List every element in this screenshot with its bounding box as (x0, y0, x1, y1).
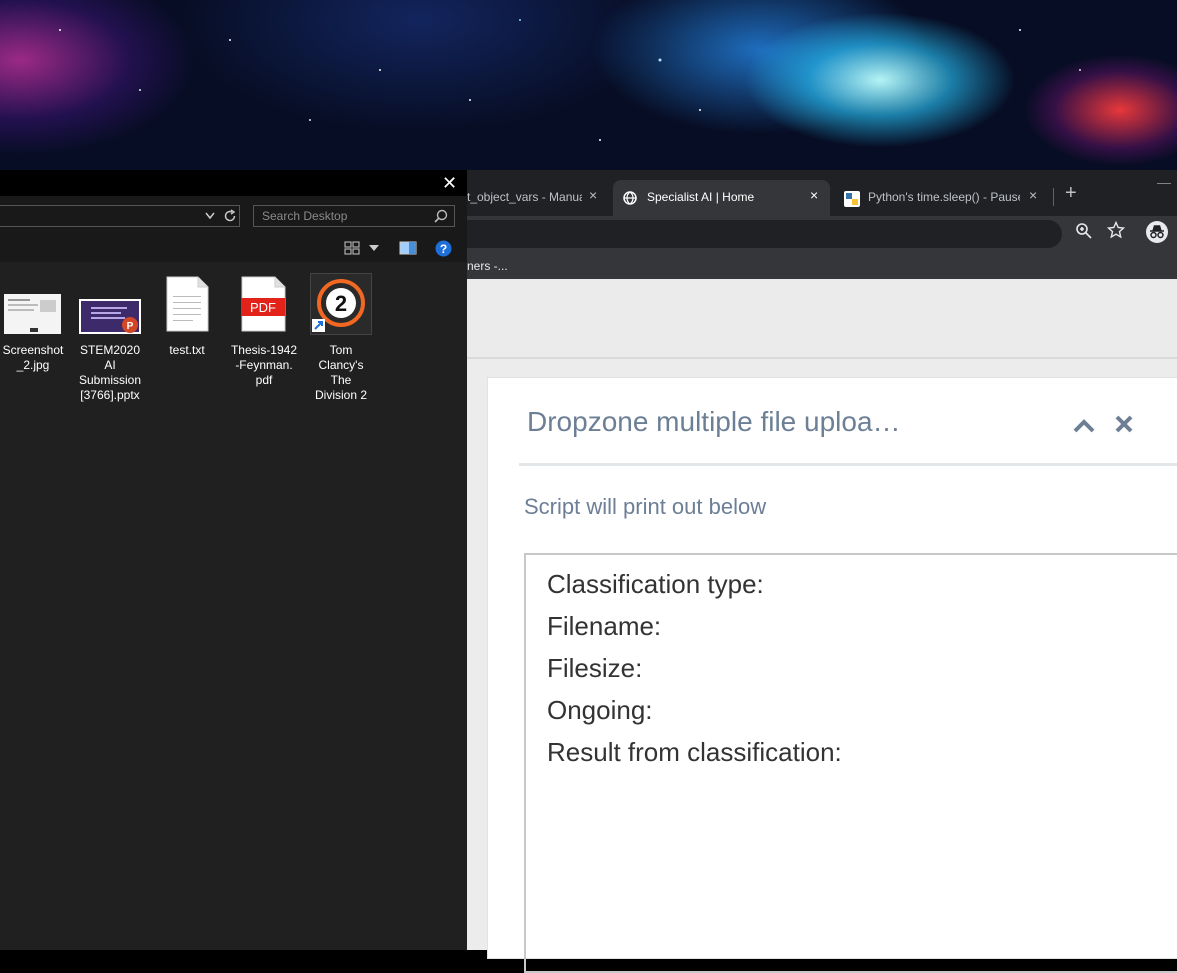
toolbar (467, 216, 1177, 252)
refresh-icon[interactable] (224, 209, 237, 223)
dropdown-arrow-icon[interactable] (369, 245, 379, 251)
close-icon[interactable] (1114, 414, 1134, 434)
desktop-wallpaper (0, 0, 1177, 170)
tab-title: t_object_vars - Manua (467, 190, 582, 204)
search-placeholder: Search Desktop (262, 209, 348, 223)
tab-close-icon[interactable]: × (1029, 187, 1037, 203)
help-icon[interactable]: ? (435, 240, 452, 257)
output-line-result: Result from classification: (547, 737, 842, 767)
tab-title: Python's time.sleep() - Pause, (868, 190, 1020, 204)
pdf-badge: PDF (250, 300, 276, 315)
tab-strip: t_object_vars - Manua × Specialist AI | … (467, 170, 1177, 216)
tab-python-time-sleep[interactable]: Python's time.sleep() - Pause, × (834, 180, 1049, 216)
globe-icon (623, 191, 637, 205)
new-tab-button[interactable]: + (1065, 182, 1077, 205)
tab-object-vars[interactable]: t_object_vars - Manua × (467, 180, 609, 216)
file-name: Tom Clancy's The Division 2 (314, 343, 368, 402)
zoom-icon[interactable] (1075, 222, 1093, 240)
view-options-icon[interactable] (344, 241, 360, 255)
image-thumbnail-icon (4, 294, 61, 334)
minimize-button[interactable]: — (1157, 174, 1171, 190)
page-header-band (467, 279, 1177, 359)
card-divider (519, 463, 1177, 466)
file-name: Thesis-1942 -Feynman. pdf (230, 343, 298, 387)
tab-specialist-ai-home[interactable]: Specialist AI | Home × (613, 180, 830, 216)
collapse-chevron-up-icon[interactable] (1072, 416, 1096, 434)
file-explorer-window: ✕ Search Desktop ? Screenshot _2.jpg P S… (0, 170, 467, 950)
browser-window: t_object_vars - Manua × Specialist AI | … (467, 170, 1177, 973)
output-line-filename: Filename: (547, 611, 662, 641)
pdf-file-icon: PDF (241, 276, 286, 332)
incognito-icon[interactable] (1145, 220, 1169, 244)
output-line-ongoing: Ongoing: (547, 695, 653, 725)
file-name: Screenshot _2.jpg (2, 343, 64, 372)
file-name: test.txt (169, 343, 205, 357)
explorer-search-input[interactable]: Search Desktop (253, 205, 455, 227)
explorer-titlebar: ✕ (0, 170, 467, 196)
python-favicon-icon (844, 191, 860, 207)
file-list-area: Screenshot _2.jpg P STEM2020 AI Submissi… (0, 262, 467, 950)
output-line-classification-type: Classification type: (547, 569, 764, 599)
svg-text:P: P (127, 321, 134, 332)
bookmark-star-icon[interactable] (1107, 221, 1125, 239)
script-output-box[interactable]: Classification type: Filename: Filesize:… (524, 553, 1177, 973)
tab-separator (1053, 188, 1054, 206)
explorer-close-button[interactable]: ✕ (442, 173, 457, 194)
tab-close-icon[interactable]: × (810, 187, 818, 203)
bookmark-item[interactable]: ners -... (467, 259, 508, 273)
bookmarks-bar: ners -... (467, 252, 1177, 279)
chevron-down-icon[interactable] (205, 212, 215, 220)
search-icon[interactable] (434, 209, 448, 223)
file-name: STEM2020 AI Submission [3766].pptx (78, 343, 142, 402)
game-badge: 2 (335, 291, 347, 316)
text-file-icon (166, 276, 209, 332)
powerpoint-file-icon: P (79, 299, 141, 334)
card-title: Dropzone multiple file uploa… (527, 406, 901, 437)
svg-text:?: ? (440, 242, 447, 256)
tab-close-icon[interactable]: × (589, 187, 597, 203)
address-bar[interactable] (467, 220, 1062, 248)
wallpaper-stars (59, 19, 1081, 141)
preview-pane-icon[interactable] (399, 241, 417, 255)
page-content: Dropzone multiple file uploa… Script wil… (467, 279, 1177, 973)
tab-title: Specialist AI | Home (647, 190, 755, 204)
dropzone-card: Dropzone multiple file uploa… Script wil… (487, 377, 1177, 973)
output-line-filesize: Filesize: (547, 653, 643, 683)
game-shortcut-icon: 2 (310, 273, 372, 335)
card-subtitle: Script will print out below (524, 494, 767, 519)
explorer-address-bar[interactable] (0, 205, 240, 227)
